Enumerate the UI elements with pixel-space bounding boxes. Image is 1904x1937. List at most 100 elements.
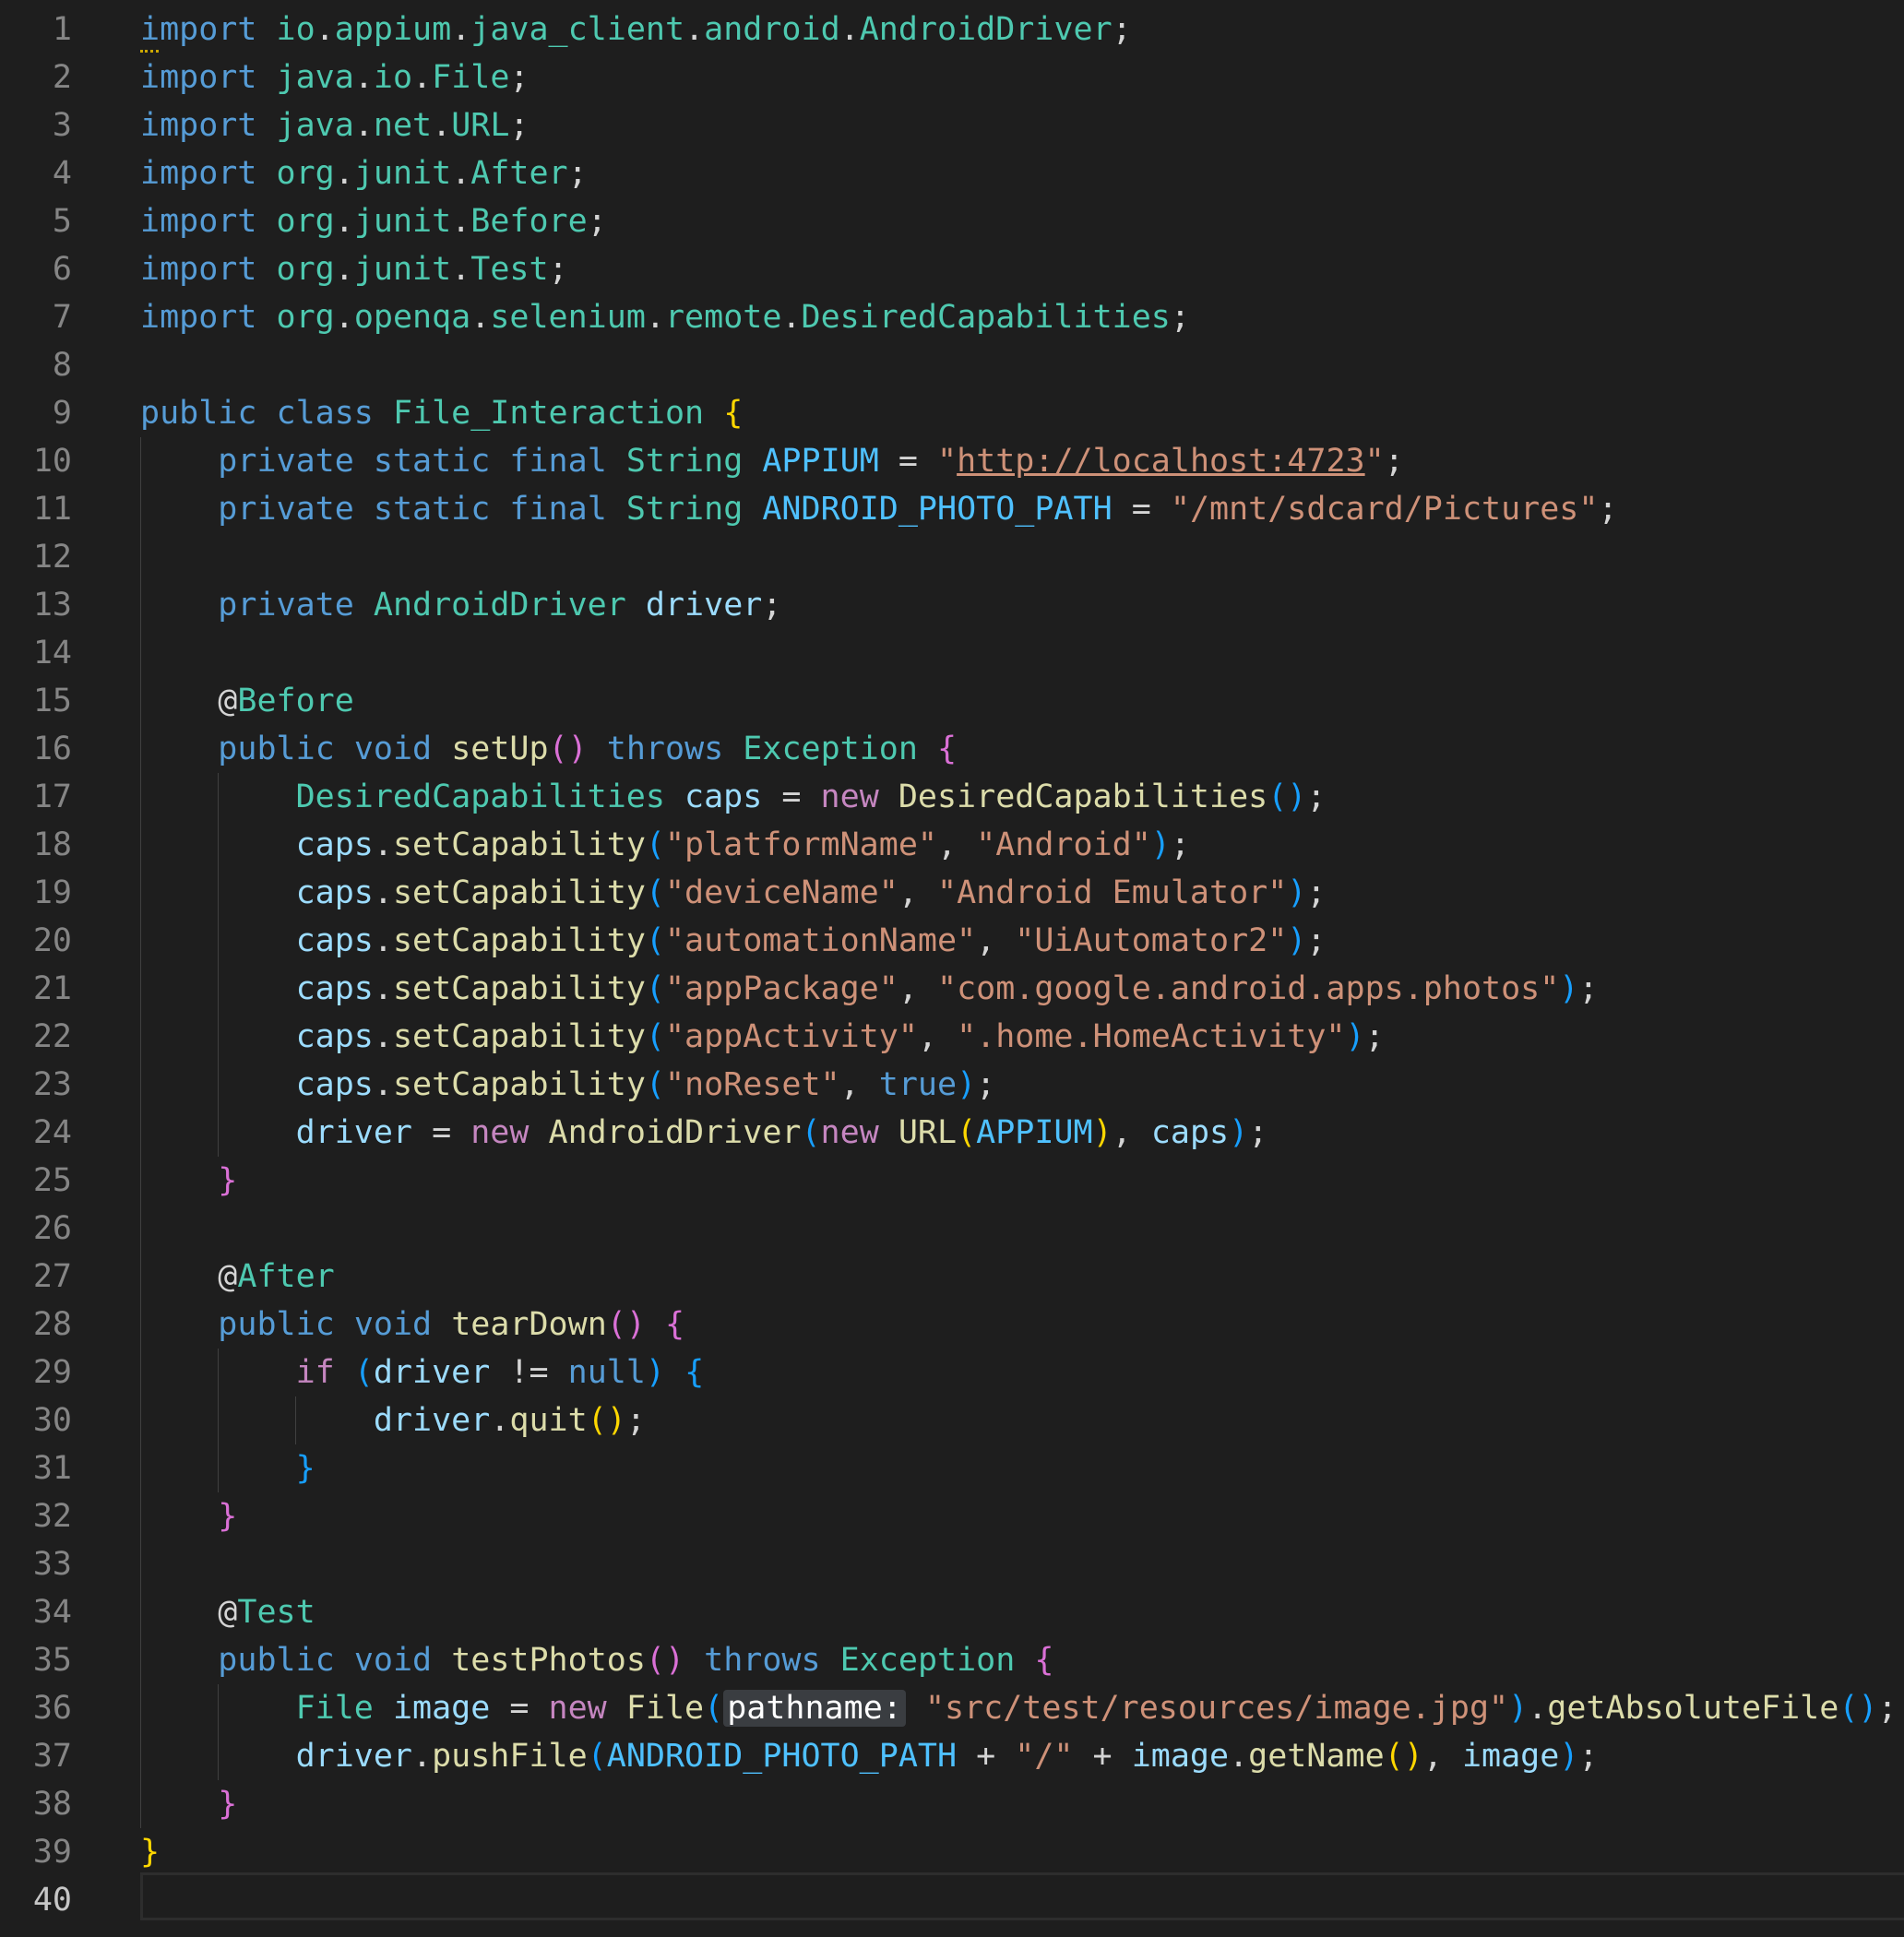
line-number[interactable]: 16	[0, 725, 72, 773]
line-number[interactable]: 34	[0, 1588, 72, 1636]
line-code[interactable]: import java.io.File;	[140, 53, 530, 101]
line-code[interactable]: caps.setCapability("appPackage", "com.go…	[140, 965, 1599, 1013]
line-number[interactable]: 30	[0, 1396, 72, 1444]
line-code[interactable]: driver.quit();	[140, 1396, 646, 1444]
line-number[interactable]: 21	[0, 965, 72, 1013]
line-code[interactable]: @Test	[140, 1588, 315, 1636]
line-number[interactable]: 8	[0, 341, 72, 389]
code-line[interactable]: 34 @Test	[0, 1588, 1904, 1636]
code-line[interactable]: 17 DesiredCapabilities caps = new Desire…	[0, 773, 1904, 821]
line-code[interactable]: public void tearDown() {	[140, 1301, 684, 1349]
line-code[interactable]: import org.openqa.selenium.remote.Desire…	[140, 293, 1190, 341]
line-number[interactable]: 11	[0, 485, 72, 533]
line-number[interactable]: 32	[0, 1492, 72, 1540]
code-line[interactable]: 3 import java.net.URL;	[0, 101, 1904, 149]
line-number[interactable]: 14	[0, 629, 72, 677]
code-line[interactable]: 37 driver.pushFile(ANDROID_PHOTO_PATH + …	[0, 1732, 1904, 1780]
line-number[interactable]: 17	[0, 773, 72, 821]
line-code[interactable]: caps.setCapability("deviceName", "Androi…	[140, 869, 1327, 917]
line-code[interactable]: import org.junit.After;	[140, 149, 588, 197]
line-number[interactable]: 18	[0, 821, 72, 869]
code-line[interactable]: 1 import io.appium.java_client.android.An…	[0, 6, 1904, 53]
code-line[interactable]: 15 @Before	[0, 677, 1904, 725]
code-line[interactable]: 35 public void testPhotos() throws Excep…	[0, 1636, 1904, 1684]
line-number[interactable]: 15	[0, 677, 72, 725]
code-line[interactable]: 22 caps.setCapability("appActivity", ".h…	[0, 1013, 1904, 1061]
line-number[interactable]: 12	[0, 533, 72, 581]
code-line[interactable]: 30 driver.quit();	[0, 1396, 1904, 1444]
line-number[interactable]: 36	[0, 1684, 72, 1732]
line-number[interactable]: 31	[0, 1444, 72, 1492]
code-line[interactable]: 4 import org.junit.After;	[0, 149, 1904, 197]
code-line[interactable]: 21 caps.setCapability("appPackage", "com…	[0, 965, 1904, 1013]
code-line[interactable]: 31 }	[0, 1444, 1904, 1492]
code-line[interactable]: 6 import org.junit.Test;	[0, 245, 1904, 293]
line-number[interactable]: 29	[0, 1349, 72, 1396]
code-line[interactable]: 38 }	[0, 1780, 1904, 1828]
line-code[interactable]: import org.junit.Test;	[140, 245, 568, 293]
line-code[interactable]: private AndroidDriver driver;	[140, 581, 781, 629]
code-line[interactable]: 32 }	[0, 1492, 1904, 1540]
line-number[interactable]: 7	[0, 293, 72, 341]
line-code[interactable]: public void setUp() throws Exception {	[140, 725, 957, 773]
code-line[interactable]: 25 }	[0, 1157, 1904, 1205]
line-number[interactable]: 39	[0, 1828, 72, 1876]
line-number[interactable]: 35	[0, 1636, 72, 1684]
line-code[interactable]: private static final String ANDROID_PHOT…	[140, 485, 1617, 533]
line-number[interactable]: 19	[0, 869, 72, 917]
line-code[interactable]: caps.setCapability("platformName", "Andr…	[140, 821, 1190, 869]
code-line[interactable]: 27 @After	[0, 1253, 1904, 1301]
line-number[interactable]: 25	[0, 1157, 72, 1205]
code-line[interactable]: 23 caps.setCapability("noReset", true);	[0, 1061, 1904, 1109]
line-number[interactable]: 20	[0, 917, 72, 965]
code-line[interactable]: 36 File image = new File(pathname: "src/…	[0, 1684, 1904, 1732]
code-line[interactable]: 2 import java.io.File;	[0, 53, 1904, 101]
line-code[interactable]: }	[140, 1444, 315, 1492]
code-line[interactable]: 19 caps.setCapability("deviceName", "And…	[0, 869, 1904, 917]
code-line[interactable]: 5 import org.junit.Before;	[0, 197, 1904, 245]
line-code[interactable]: driver = new AndroidDriver(new URL(APPIU…	[140, 1109, 1268, 1157]
line-number[interactable]: 22	[0, 1013, 72, 1061]
code-line[interactable]: 40	[0, 1876, 1904, 1924]
line-number[interactable]: 27	[0, 1253, 72, 1301]
line-code[interactable]: caps.setCapability("noReset", true);	[140, 1061, 996, 1109]
line-number[interactable]: 26	[0, 1205, 72, 1253]
line-code[interactable]: if (driver != null) {	[140, 1349, 705, 1396]
line-number[interactable]: 10	[0, 437, 72, 485]
code-line[interactable]: 16 public void setUp() throws Exception …	[0, 725, 1904, 773]
code-line[interactable]: 20 caps.setCapability("automationName", …	[0, 917, 1904, 965]
line-code[interactable]: }	[140, 1780, 237, 1828]
code-line[interactable]: 11 private static final String ANDROID_P…	[0, 485, 1904, 533]
code-line[interactable]: 28 public void tearDown() {	[0, 1301, 1904, 1349]
line-number[interactable]: 37	[0, 1732, 72, 1780]
line-code[interactable]: public void testPhotos() throws Exceptio…	[140, 1636, 1053, 1684]
line-code[interactable]: caps.setCapability("automationName", "Ui…	[140, 917, 1327, 965]
line-code[interactable]: }	[140, 1828, 160, 1876]
line-number[interactable]: 3	[0, 101, 72, 149]
line-number[interactable]: 1	[0, 6, 72, 53]
code-editor[interactable]: 1 import io.appium.java_client.android.An…	[0, 0, 1904, 1937]
line-number[interactable]: 6	[0, 245, 72, 293]
line-number[interactable]: 2	[0, 53, 72, 101]
code-line[interactable]: 26	[0, 1205, 1904, 1253]
code-line[interactable]: 10 private static final String APPIUM = …	[0, 437, 1904, 485]
line-code[interactable]: DesiredCapabilities caps = new DesiredCa…	[140, 773, 1327, 821]
line-code[interactable]: import org.junit.Before;	[140, 197, 607, 245]
code-line[interactable]: 24 driver = new AndroidDriver(new URL(AP…	[0, 1109, 1904, 1157]
line-number[interactable]: 5	[0, 197, 72, 245]
line-code[interactable]: driver.pushFile(ANDROID_PHOTO_PATH + "/"…	[140, 1732, 1599, 1780]
line-code[interactable]: public class File_Interaction {	[140, 389, 743, 437]
code-line[interactable]: 18 caps.setCapability("platformName", "A…	[0, 821, 1904, 869]
code-line[interactable]: 14	[0, 629, 1904, 677]
line-code[interactable]: }	[140, 1157, 237, 1205]
code-line[interactable]: 29 if (driver != null) {	[0, 1349, 1904, 1396]
line-code[interactable]: caps.setCapability("appActivity", ".home…	[140, 1013, 1385, 1061]
line-code[interactable]: import io.appium.java_client.android.And…	[140, 6, 1132, 53]
line-number[interactable]: 38	[0, 1780, 72, 1828]
code-line[interactable]: 9 public class File_Interaction {	[0, 389, 1904, 437]
code-line[interactable]: 33	[0, 1540, 1904, 1588]
code-line[interactable]: 8	[0, 341, 1904, 389]
line-code[interactable]: File image = new File(pathname: "src/tes…	[140, 1684, 1898, 1732]
line-number[interactable]: 4	[0, 149, 72, 197]
line-number[interactable]: 28	[0, 1301, 72, 1349]
